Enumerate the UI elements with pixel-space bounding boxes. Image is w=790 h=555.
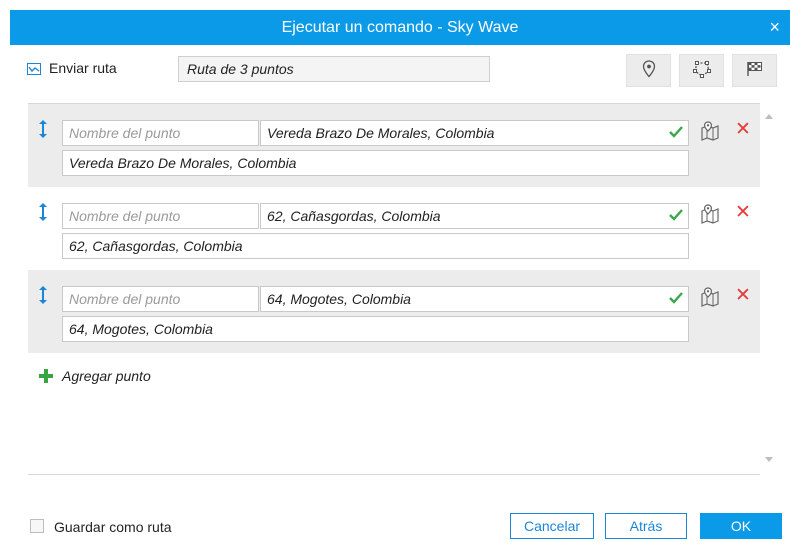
check-icon xyxy=(668,291,684,305)
point-address-field[interactable]: 64, Mogotes, Colombia xyxy=(260,286,689,312)
point-name-field[interactable]: Nombre del punto xyxy=(62,286,259,312)
add-point-label: Agregar punto xyxy=(62,368,151,384)
location-pin-icon xyxy=(642,60,656,81)
remove-point-icon[interactable]: ✕ xyxy=(735,285,751,307)
check-icon xyxy=(668,125,684,139)
drag-handle-icon[interactable] xyxy=(36,202,50,222)
dialog-title: Ejecutar un comando - Sky Wave xyxy=(281,19,519,36)
remove-point-icon[interactable]: ✕ xyxy=(735,119,751,141)
map-pin-icon[interactable] xyxy=(700,204,720,224)
plus-icon xyxy=(38,368,54,384)
location-pin-button[interactable] xyxy=(626,54,671,87)
point-address-field[interactable]: 62, Cañasgordas, Colombia xyxy=(260,203,689,229)
drag-handle-icon[interactable] xyxy=(36,119,50,139)
point-full-address: Vereda Brazo De Morales, Colombia xyxy=(62,150,689,176)
point-full-address: 62, Cañasgordas, Colombia xyxy=(62,233,689,259)
save-as-route-checkbox[interactable] xyxy=(30,519,44,533)
command-row: Enviar ruta Ruta de 3 puntos xyxy=(27,54,777,88)
ok-button[interactable]: OK xyxy=(700,513,782,539)
point-name-field[interactable]: Nombre del punto xyxy=(62,120,259,146)
polygon-icon xyxy=(692,60,711,81)
checkered-flag-icon xyxy=(746,60,764,81)
command-label: Enviar ruta xyxy=(49,60,117,76)
route-point-row: Nombre del punto 62, Cañasgordas, Colomb… xyxy=(28,187,760,270)
point-name-field[interactable]: Nombre del punto xyxy=(62,203,259,229)
point-address-field[interactable]: Vereda Brazo De Morales, Colombia xyxy=(260,120,689,146)
back-button[interactable]: Atrás xyxy=(605,513,687,539)
map-pin-icon[interactable] xyxy=(700,287,720,307)
point-full-address: 64, Mogotes, Colombia xyxy=(62,316,689,342)
save-as-route-label: Guardar como ruta xyxy=(54,519,172,535)
close-icon[interactable]: × xyxy=(769,10,780,45)
map-pin-icon[interactable] xyxy=(700,121,720,141)
checkered-flag-button[interactable] xyxy=(732,54,777,87)
remove-point-icon[interactable]: ✕ xyxy=(735,202,751,224)
cancel-button[interactable]: Cancelar xyxy=(510,513,594,539)
polygon-button[interactable] xyxy=(679,54,724,87)
check-icon xyxy=(668,208,684,222)
route-icon xyxy=(27,63,41,75)
scroll-up-arrow-icon[interactable] xyxy=(765,114,773,119)
route-points-list: Nombre del punto Vereda Brazo De Morales… xyxy=(28,103,760,475)
route-name-field[interactable]: Ruta de 3 puntos xyxy=(178,56,490,82)
route-point-row: Nombre del punto 64, Mogotes, Colombia 6… xyxy=(28,270,760,353)
list-scrollbar[interactable] xyxy=(760,103,778,473)
dialog-titlebar: Ejecutar un comando - Sky Wave × xyxy=(10,10,790,45)
route-point-row: Nombre del punto Vereda Brazo De Morales… xyxy=(28,104,760,187)
scroll-down-arrow-icon[interactable] xyxy=(765,457,773,462)
drag-handle-icon[interactable] xyxy=(36,285,50,305)
